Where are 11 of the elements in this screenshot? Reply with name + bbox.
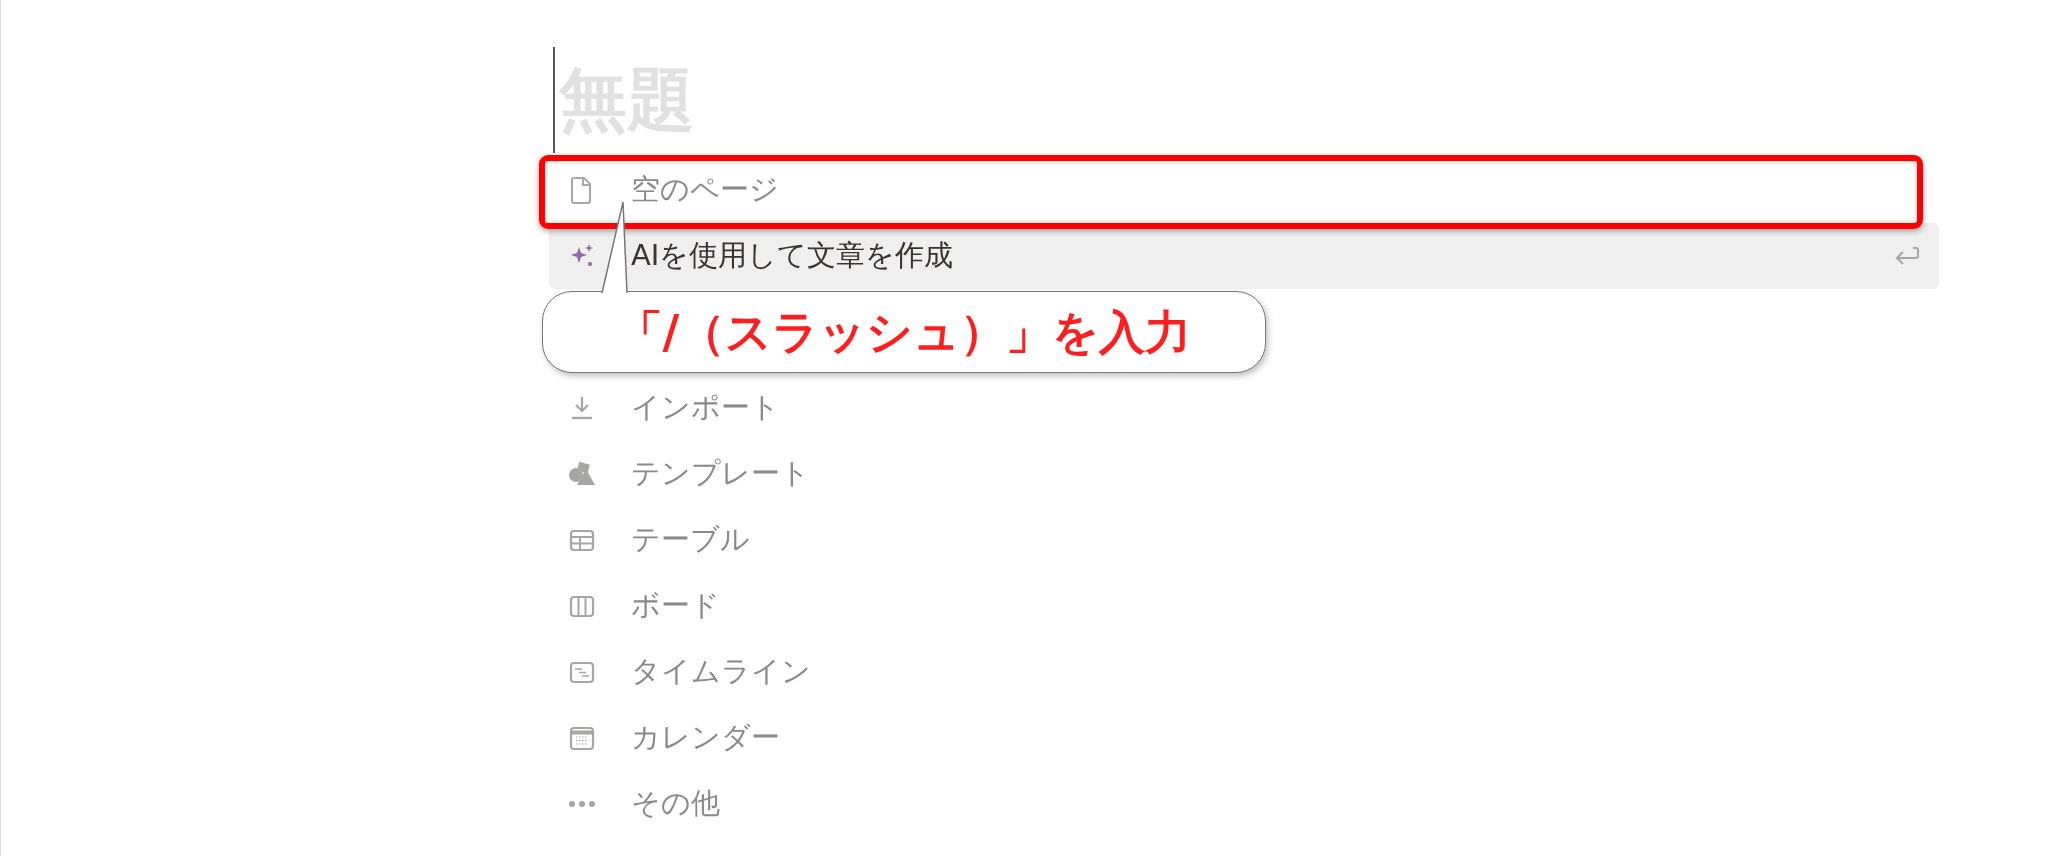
menu-item[interactable]: インポート: [549, 375, 1939, 441]
menu-item[interactable]: ボード: [549, 573, 1939, 639]
menu-item[interactable]: 空のページ: [549, 157, 1939, 223]
menu-item[interactable]: タイムライン: [549, 639, 1939, 705]
menu-item[interactable]: カレンダー: [549, 705, 1939, 771]
menu-item[interactable]: AIを使用して文章を作成: [549, 223, 1939, 289]
menu-item[interactable]: テンプレート: [549, 441, 1939, 507]
menu-item[interactable]: その他: [549, 771, 1939, 837]
more-icon: [567, 799, 597, 809]
callout-tooltip: 「/（スラッシュ）」を入力: [542, 291, 1266, 373]
menu-item[interactable]: テーブル: [549, 507, 1939, 573]
